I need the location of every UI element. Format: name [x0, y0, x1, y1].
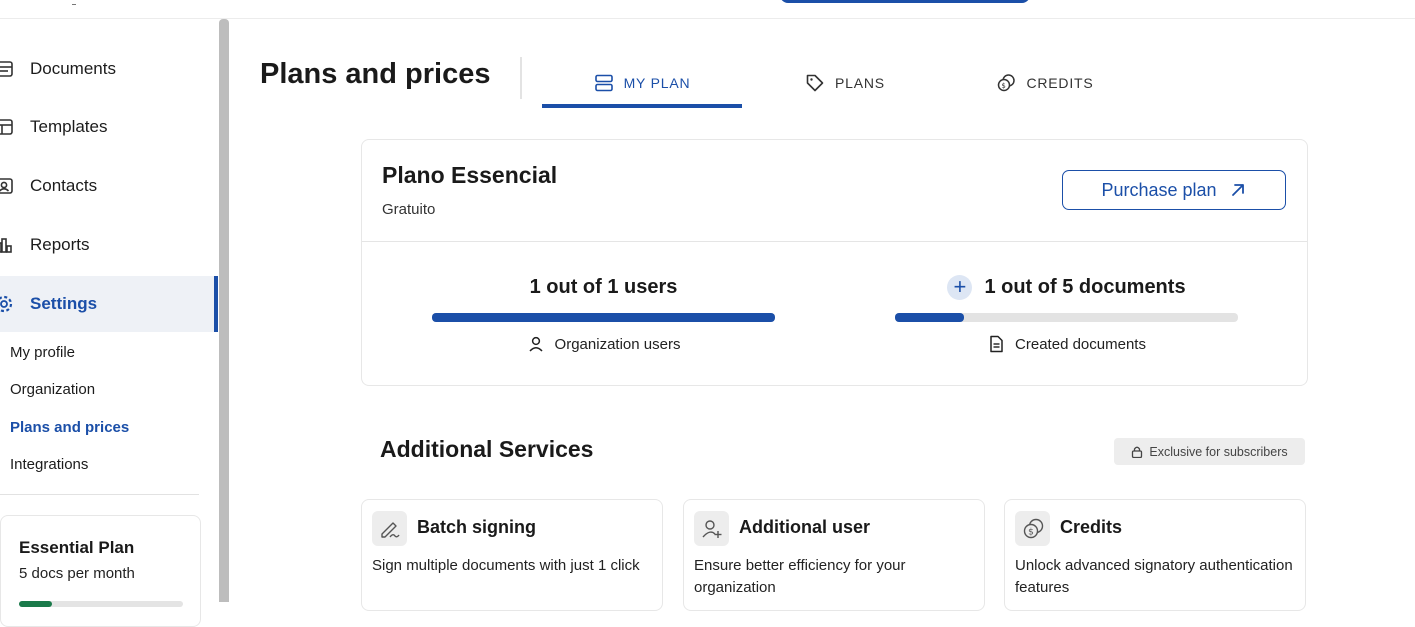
arrow-up-right-icon	[1231, 184, 1244, 196]
purchase-plan-label: Purchase plan	[1101, 179, 1217, 200]
plan-price: Gratuito	[382, 201, 436, 218]
templates-icon	[0, 119, 13, 135]
gear-icon	[0, 295, 13, 313]
add-user-icon	[701, 519, 721, 538]
exclusive-badge-label: Exclusive for subscribers	[1149, 444, 1288, 459]
service-icon-wrap	[372, 511, 407, 546]
svg-text:$: $	[1002, 82, 1007, 90]
service-description: Unlock advanced signatory authentication…	[1015, 557, 1293, 596]
sidebar-scrollbar[interactable]	[219, 19, 229, 602]
service-card-additional-user[interactable]: Additional user Ensure better efficiency…	[683, 499, 985, 611]
sidebar-item-label: Contacts	[30, 176, 98, 195]
svg-text:$: $	[1028, 527, 1034, 537]
plan-name: Plano Essencial	[382, 162, 558, 188]
sidebar-item-reports[interactable]: Reports	[0, 217, 218, 273]
service-card-credits[interactable]: $ Credits Unlock advanced signatory auth…	[1004, 499, 1306, 611]
purchase-plan-button[interactable]: Purchase plan	[1062, 170, 1286, 210]
documents-usage-caption: Created documents	[1015, 335, 1146, 353]
sidebar-plan-subtitle: 5 docs per month	[19, 565, 135, 582]
service-icon-wrap: $	[1015, 511, 1050, 546]
sidebar-item-settings[interactable]: Settings	[0, 276, 218, 332]
tab-my-plan[interactable]: MY PLAN	[542, 58, 742, 108]
tab-label: CREDITS	[1026, 75, 1094, 91]
sidebar-item-label: Documents	[30, 59, 116, 78]
additional-services-title: Additional Services	[380, 436, 594, 462]
sidebar-divider	[0, 494, 199, 495]
coins-icon: $	[1023, 518, 1043, 538]
sidebar-item-templates[interactable]: Templates	[0, 99, 218, 155]
service-name: Additional user	[739, 517, 871, 537]
signature-icon	[380, 521, 400, 538]
service-description: Ensure better efficiency for your organi…	[694, 557, 906, 596]
service-icon-wrap	[694, 511, 729, 546]
top-bar	[0, 0, 1415, 19]
server-icon	[594, 74, 613, 92]
sidebar-plan-title: Essential Plan	[19, 538, 135, 557]
sidebar-subitem-integrations[interactable]: Integrations	[10, 456, 88, 473]
reports-icon	[0, 238, 12, 253]
tab-underline	[542, 104, 742, 108]
users-progress-fill	[432, 313, 775, 322]
page-title: Plans and prices	[260, 58, 491, 90]
documents-progress	[895, 313, 1238, 322]
sidebar-subitem-my-profile[interactable]: My profile	[10, 344, 75, 361]
document-icon	[990, 335, 1003, 353]
exclusive-badge: Exclusive for subscribers	[1114, 438, 1305, 465]
lock-icon	[1132, 446, 1143, 458]
documents-progress-fill	[895, 313, 964, 322]
tag-icon	[806, 74, 824, 92]
plan-card: Plano Essencial Gratuito Purchase plan 1…	[361, 139, 1308, 386]
user-icon	[528, 336, 543, 352]
tab-label: PLANS	[835, 75, 885, 91]
users-usage-headline: 1 out of 1 users	[529, 275, 678, 298]
service-name: Credits	[1060, 517, 1123, 537]
sidebar: Documents Templates Contacts Reports Set…	[0, 19, 218, 627]
add-documents-icon[interactable]: +	[947, 274, 973, 300]
sidebar-subitem-organization[interactable]: Organization	[10, 381, 95, 398]
sidebar-item-documents[interactable]: Documents	[0, 41, 218, 97]
sidebar-item-label: Templates	[30, 117, 108, 136]
top-tick	[72, 0, 76, 5]
sidebar-plan-card[interactable]: Essential Plan 5 docs per month	[0, 515, 201, 627]
tab-credits[interactable]: $ CREDITS	[960, 58, 1130, 108]
title-divider	[520, 57, 522, 99]
service-card-batch-signing[interactable]: Batch signing Sign multiple documents wi…	[361, 499, 663, 611]
contacts-icon	[0, 178, 13, 194]
sidebar-item-label: Reports	[30, 235, 90, 254]
sidebar-item-contacts[interactable]: Contacts	[0, 158, 218, 214]
top-action-button[interactable]	[780, 0, 1030, 3]
tab-label: MY PLAN	[623, 75, 691, 91]
users-usage: 1 out of 1 users Organization users	[432, 272, 775, 353]
service-name: Batch signing	[417, 517, 537, 537]
users-progress	[432, 313, 775, 322]
documents-usage-headline: 1 out of 5 documents	[984, 275, 1186, 298]
documents-icon	[0, 61, 13, 77]
service-description: Sign multiple documents with just 1 clic…	[372, 557, 640, 574]
tab-plans[interactable]: PLANS	[760, 58, 930, 108]
active-indicator	[214, 276, 218, 332]
sidebar-subitem-plans-and-prices[interactable]: Plans and prices	[10, 419, 129, 436]
plan-card-divider	[362, 241, 1307, 242]
coins-icon: $	[998, 74, 1016, 92]
sidebar-item-label: Settings	[30, 294, 98, 313]
users-usage-caption: Organization users	[554, 335, 681, 353]
documents-usage: + 1 out of 5 documents Created documents	[895, 272, 1238, 353]
